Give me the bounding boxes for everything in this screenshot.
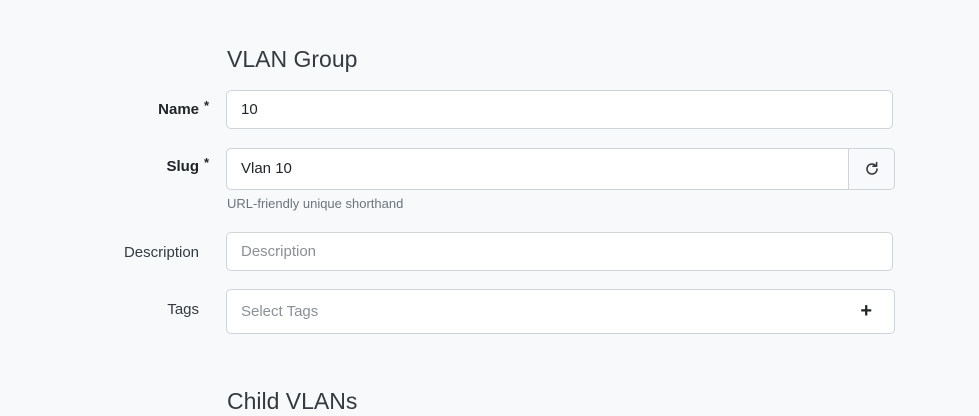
- slug-required-mark: *: [204, 155, 210, 170]
- tags-label: Tags: [167, 301, 199, 318]
- slug-input-group: Vlan 10: [226, 148, 895, 190]
- plus-icon[interactable]: +: [860, 299, 872, 323]
- refresh-icon: [865, 161, 878, 175]
- tags-placeholder: Select Tags: [241, 303, 319, 320]
- slug-help-text: URL-friendly unique shorthand: [227, 196, 404, 211]
- slug-input[interactable]: Vlan 10: [227, 149, 848, 189]
- name-required-mark: *: [204, 98, 210, 113]
- name-input[interactable]: 10: [226, 90, 893, 129]
- regenerate-slug-button[interactable]: [848, 149, 894, 189]
- description-label: Description: [123, 244, 199, 261]
- name-label: Name: [158, 101, 199, 118]
- description-input[interactable]: Description: [226, 232, 893, 271]
- section-title: VLAN Group: [227, 46, 358, 72]
- tags-select[interactable]: Select Tags +: [226, 289, 895, 334]
- child-vlans-title: Child VLANs: [227, 388, 358, 414]
- slug-label: Slug: [166, 158, 200, 175]
